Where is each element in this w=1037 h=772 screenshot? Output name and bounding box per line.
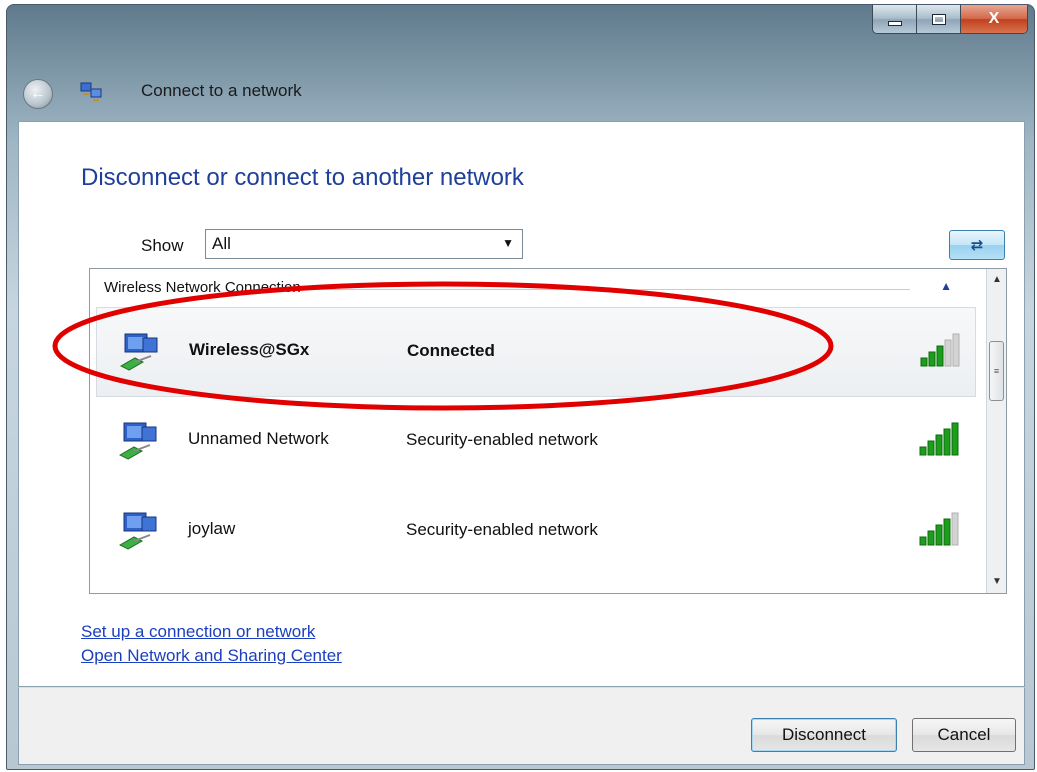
network-status: Connected <box>407 341 495 360</box>
title-bar: X ← Connect to a network <box>7 5 1034 125</box>
close-icon: X <box>988 10 1000 27</box>
show-label: Show <box>141 236 184 255</box>
signal-strength-icon <box>920 333 960 367</box>
network-wizard-icon <box>79 79 103 103</box>
signal-bar <box>943 518 951 546</box>
signal-bar <box>935 434 943 456</box>
signal-bar <box>920 357 928 367</box>
signal-bar <box>935 524 943 546</box>
network-name: Unnamed Network <box>188 429 329 448</box>
dialog-window: X ← Connect to a network Disconnect or c… <box>6 4 1035 770</box>
page-heading: Disconnect or connect to another network <box>81 164 524 191</box>
network-name: Wireless@SGx <box>189 340 310 359</box>
scroll-up-icon[interactable]: ▲ <box>987 269 1006 291</box>
signal-bar <box>919 536 927 546</box>
caption-buttons: X <box>872 5 1028 34</box>
cancel-button[interactable]: Cancel <box>912 718 1016 752</box>
signal-bar <box>927 440 935 456</box>
signal-bar <box>944 339 952 367</box>
minimize-icon <box>887 20 902 26</box>
network-name: joylaw <box>188 519 236 538</box>
back-button[interactable]: ← <box>23 79 53 109</box>
wireless-network-icon <box>119 333 158 371</box>
signal-bar <box>943 428 951 456</box>
network-status: Security-enabled network <box>406 430 598 449</box>
maximize-button[interactable] <box>917 5 961 33</box>
refresh-button[interactable]: ⇄ <box>949 230 1005 260</box>
refresh-icon: ⇄ <box>970 237 984 254</box>
grip-icon: ≡ <box>993 366 1000 376</box>
minimize-button[interactable] <box>873 5 917 33</box>
content-area: Disconnect or connect to another network… <box>18 121 1025 687</box>
signal-bar <box>951 422 959 456</box>
dialog-footer: Disconnect Cancel <box>18 687 1025 765</box>
close-button[interactable]: X <box>961 5 1027 33</box>
signal-bar <box>919 446 927 456</box>
network-list: Wireless Network Connection ▲ Wireless@S… <box>89 268 1007 594</box>
scroll-down-icon[interactable]: ▼ <box>987 571 1006 593</box>
signal-bar <box>936 345 944 367</box>
network-row[interactable]: Unnamed Network Security-enabled network <box>96 397 976 487</box>
dropdown-arrow-icon: ▼ <box>502 236 514 250</box>
signal-bar <box>927 530 935 546</box>
disconnect-button[interactable]: Disconnect <box>751 718 897 752</box>
window-title: Connect to a network <box>141 81 302 100</box>
sharing-center-link[interactable]: Open Network and Sharing Center <box>81 646 342 666</box>
network-row[interactable]: Wireless@SGx Connected <box>96 307 976 397</box>
group-divider <box>280 289 910 290</box>
list-scrollbar[interactable]: ▲ ≡ ▼ <box>986 269 1006 593</box>
network-status: Security-enabled network <box>406 520 598 539</box>
setup-connection-link[interactable]: Set up a connection or network <box>81 622 315 642</box>
maximize-icon <box>932 14 945 24</box>
scroll-thumb[interactable]: ≡ <box>989 341 1004 401</box>
wireless-network-icon <box>118 512 157 550</box>
signal-bar <box>951 512 959 546</box>
signal-strength-icon <box>919 512 959 546</box>
network-row[interactable]: joylaw Security-enabled network <box>96 487 976 577</box>
show-filter-dropdown[interactable]: All ▼ <box>205 229 523 259</box>
collapse-chevron-icon[interactable]: ▲ <box>940 279 952 293</box>
wireless-network-icon <box>118 422 157 460</box>
signal-bar <box>928 351 936 367</box>
group-header: Wireless Network Connection <box>104 279 301 296</box>
signal-bar <box>952 333 960 367</box>
signal-strength-icon <box>919 422 959 456</box>
show-filter-value: All <box>212 234 231 253</box>
back-arrow-icon: ← <box>30 85 46 102</box>
